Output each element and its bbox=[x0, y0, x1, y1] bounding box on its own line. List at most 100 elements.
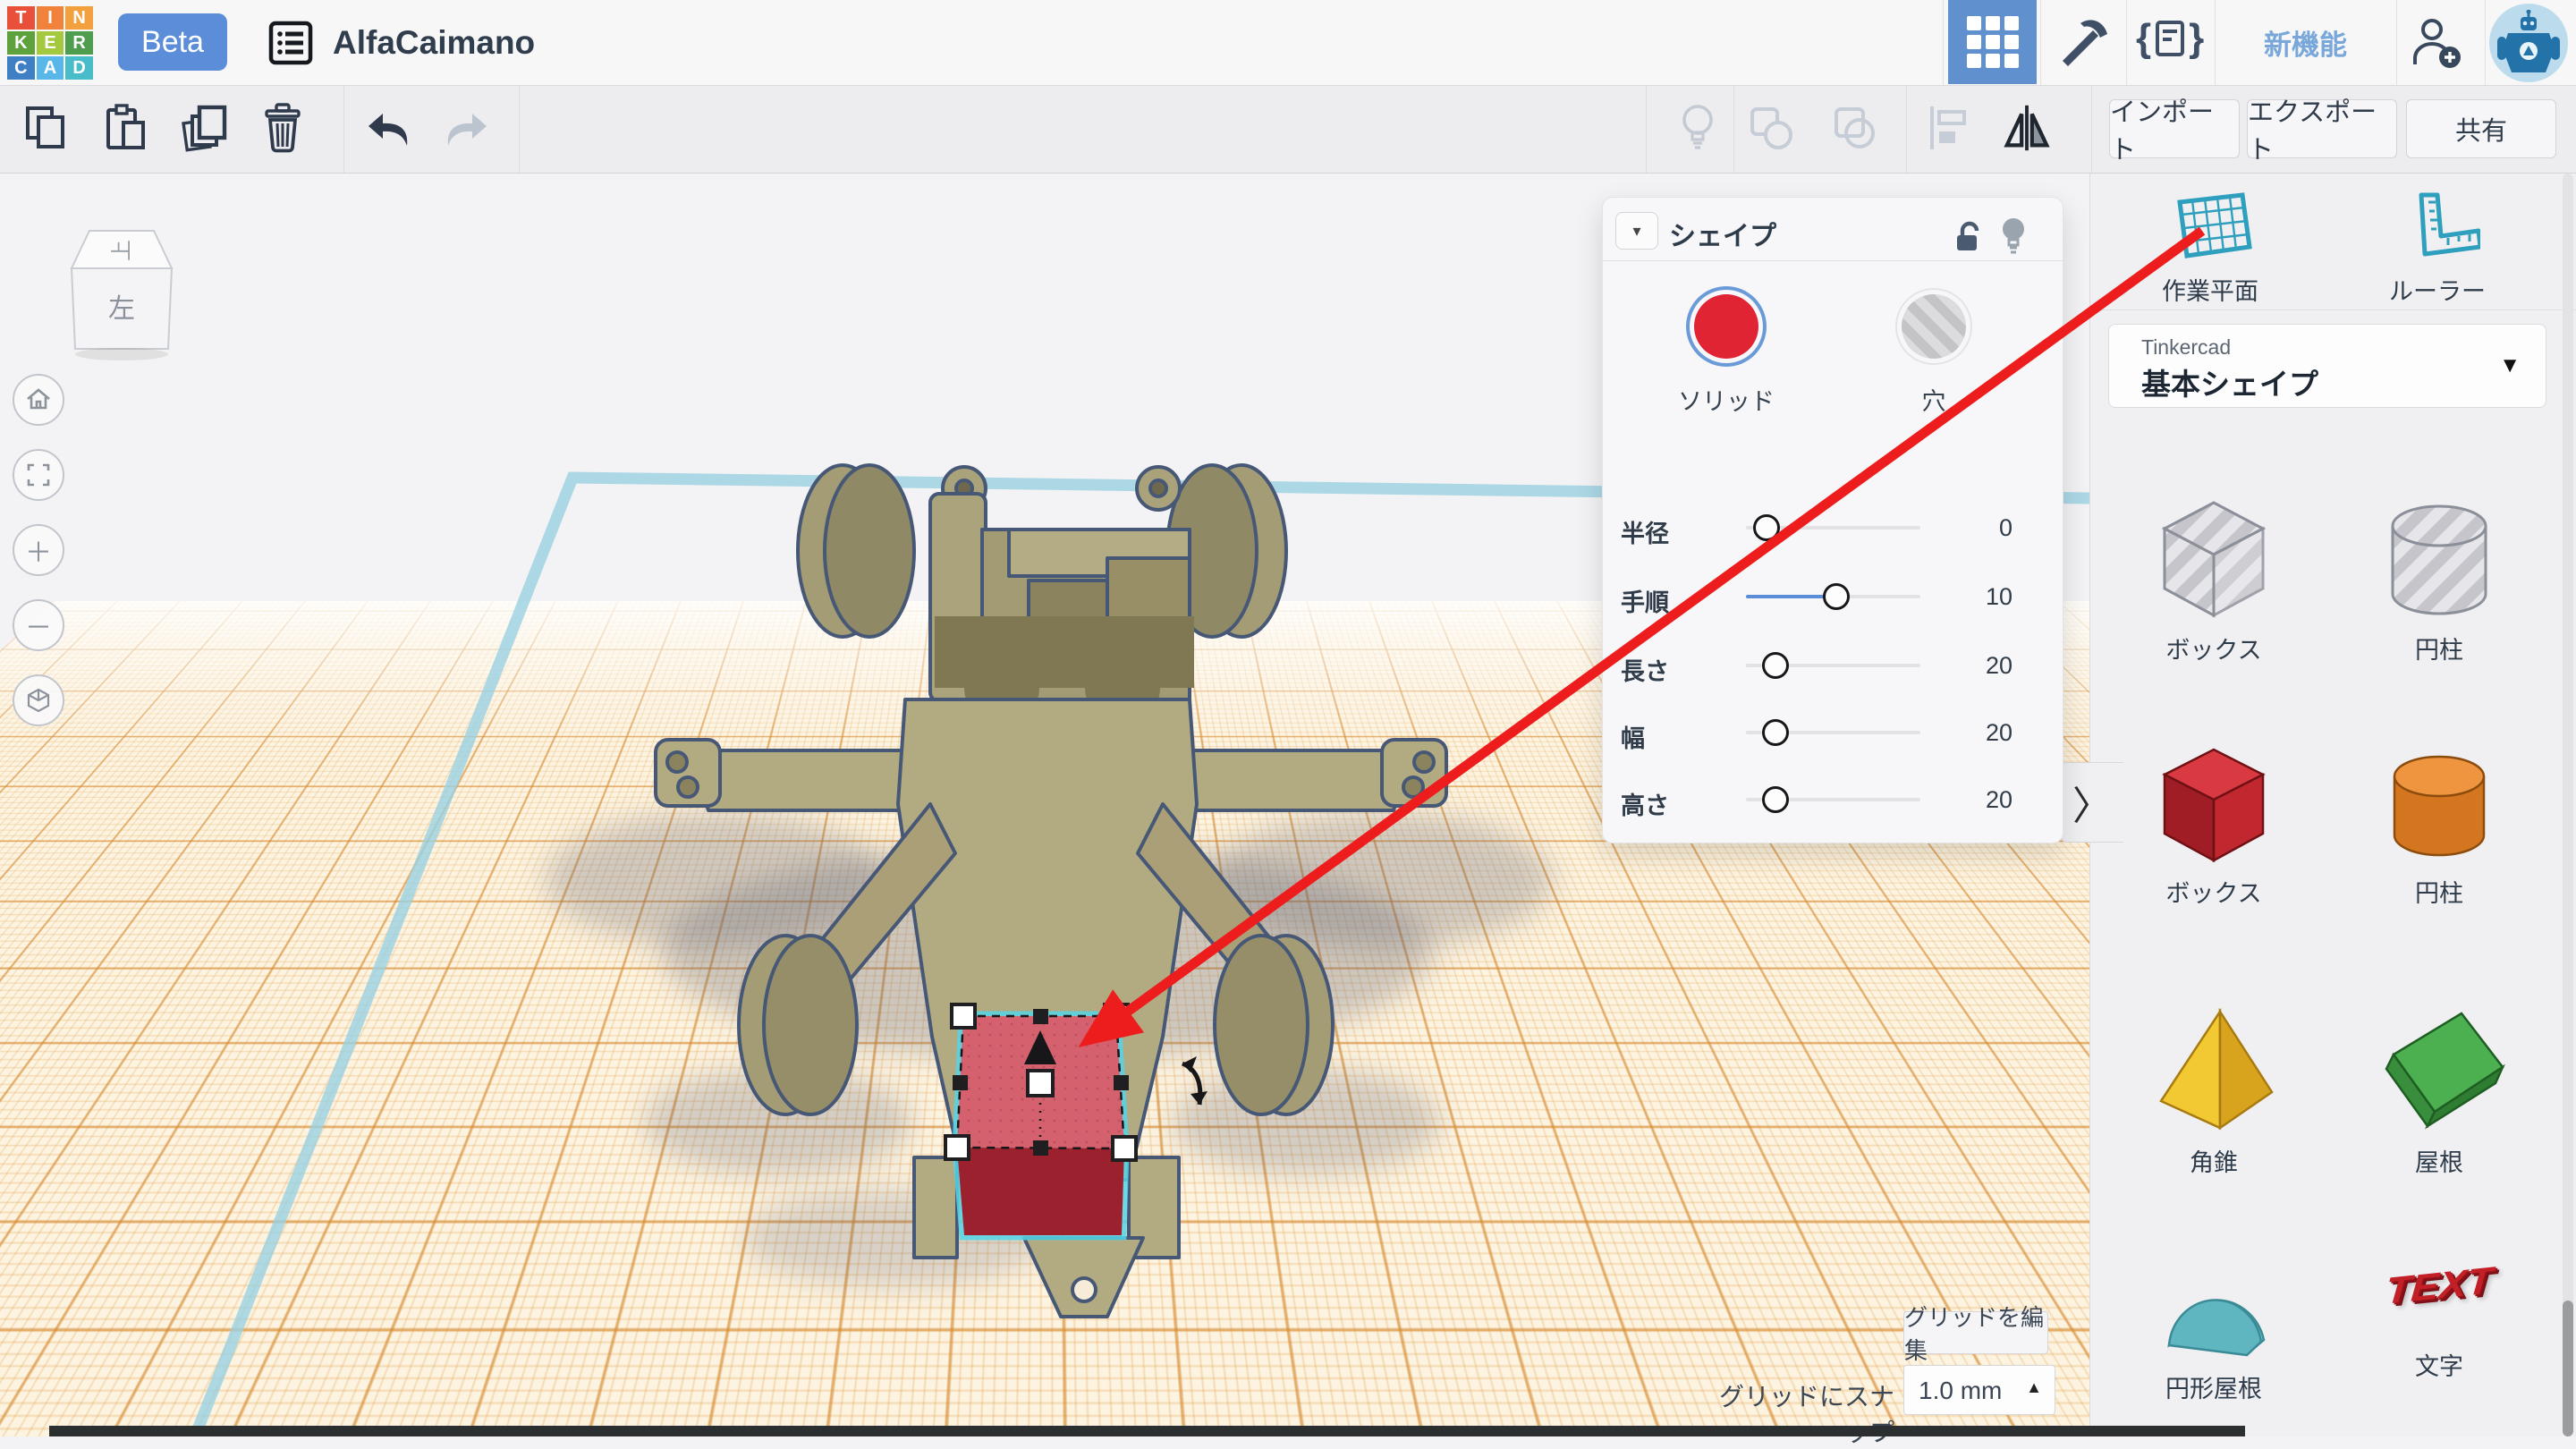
snap-grid-select[interactable]: 1.0 mm ▲ bbox=[1903, 1365, 2055, 1415]
duplicate-button[interactable] bbox=[177, 98, 231, 157]
slider-label: 長さ bbox=[1621, 652, 1669, 687]
shape-round-roof[interactable]: 円形屋根 bbox=[2100, 1227, 2327, 1404]
shape-hole-box[interactable]: ボックス bbox=[2100, 488, 2327, 665]
shape-text[interactable]: TEXT 文字 bbox=[2326, 1227, 2553, 1382]
slider-knob[interactable] bbox=[1823, 583, 1850, 610]
copy-button[interactable] bbox=[20, 98, 73, 157]
slider-value: 20 bbox=[1943, 786, 2012, 814]
brace-right: } bbox=[2189, 16, 2204, 61]
panel-divider bbox=[1603, 260, 2063, 261]
sidebar-scrollbar-thumb[interactable] bbox=[2563, 1301, 2573, 1436]
design-title[interactable]: AlfaCaimano bbox=[333, 0, 535, 85]
length-slider[interactable] bbox=[1746, 664, 1920, 667]
slider-knob[interactable] bbox=[1762, 786, 1789, 813]
home-view-button[interactable] bbox=[13, 374, 64, 426]
perspective-cube-icon bbox=[25, 687, 52, 714]
share-button[interactable]: 共有 bbox=[2406, 99, 2556, 158]
slider-value: 0 bbox=[1943, 514, 2012, 542]
codeblocks-button[interactable]: { } bbox=[2136, 16, 2204, 61]
sidebar-divider bbox=[2090, 309, 2576, 310]
workplane-icon bbox=[2167, 190, 2253, 267]
tinkercad-logo[interactable]: T I N K E R C A D bbox=[7, 6, 93, 80]
invite-people-button[interactable] bbox=[2408, 16, 2463, 70]
undo-button[interactable] bbox=[361, 98, 415, 157]
slider-label: 半径 bbox=[1621, 514, 1669, 549]
shape-library-dropdown[interactable]: Tinkercad 基本シェイプ ▼ bbox=[2108, 324, 2546, 408]
beta-button[interactable]: Beta bbox=[118, 13, 227, 71]
slider-row-steps: 手順 10 bbox=[1603, 581, 2063, 612]
shape-box[interactable]: ボックス bbox=[2100, 732, 2327, 909]
round-roof-thumbnail bbox=[2147, 1227, 2281, 1366]
slider-row-height: 高さ 20 bbox=[1603, 784, 2063, 815]
zoom-out-button[interactable]: － bbox=[13, 599, 64, 651]
front-wheel-right bbox=[1215, 936, 1333, 1114]
import-button[interactable]: インポート bbox=[2109, 99, 2240, 158]
lightbulb-toggle-icon[interactable] bbox=[1998, 216, 2029, 257]
chevron-down-icon: ▼ bbox=[2499, 353, 2521, 378]
ungroup-button-disabled[interactable] bbox=[1828, 98, 1882, 157]
header-separator bbox=[1943, 0, 1944, 85]
radius-slider[interactable] bbox=[1746, 526, 1920, 530]
orange-cylinder-thumbnail bbox=[2372, 732, 2506, 870]
height-slider[interactable] bbox=[1746, 798, 1920, 801]
perspective-toggle-button[interactable] bbox=[13, 674, 64, 726]
paste-button[interactable] bbox=[98, 98, 152, 157]
ruler-tool[interactable]: ルーラー bbox=[2348, 190, 2527, 307]
hole-option[interactable]: 穴 bbox=[1862, 294, 2005, 417]
slider-knob[interactable] bbox=[1762, 719, 1789, 746]
steps-slider[interactable] bbox=[1746, 595, 1920, 598]
redo-button-disabled[interactable] bbox=[440, 98, 494, 157]
dashboard-button-active[interactable] bbox=[1948, 0, 2037, 84]
view-cube[interactable]: 上 左 bbox=[49, 224, 183, 367]
shape-generators-button-disabled[interactable] bbox=[1671, 98, 1724, 157]
zoom-in-button[interactable]: ＋ bbox=[13, 524, 64, 576]
library-brand: Tinkercad bbox=[2141, 335, 2231, 360]
unlock-icon[interactable] bbox=[1952, 219, 1987, 255]
duplicate-icon bbox=[178, 102, 230, 154]
shape-pyramid[interactable]: 角錐 bbox=[2100, 1001, 2327, 1178]
solid-label: ソリッド bbox=[1655, 382, 1798, 417]
brace-left: { bbox=[2136, 16, 2151, 61]
lightbulb-icon bbox=[1677, 102, 1718, 154]
chevron-right-icon: 〉 bbox=[2072, 774, 2112, 831]
shape-cylinder[interactable]: 円柱 bbox=[2326, 732, 2553, 909]
minecraft-export-button[interactable] bbox=[2054, 14, 2109, 70]
header-separator bbox=[2126, 0, 2127, 85]
sidebar-collapse-button[interactable]: 〉 bbox=[2060, 762, 2123, 843]
list-icon bbox=[268, 21, 313, 65]
design-properties-button[interactable] bbox=[268, 21, 313, 65]
library-name: 基本シェイプ bbox=[2141, 360, 2318, 403]
trash-icon bbox=[258, 102, 308, 154]
export-button[interactable]: エクスポート bbox=[2247, 99, 2397, 158]
group-button-disabled[interactable] bbox=[1744, 98, 1798, 157]
redo-icon bbox=[442, 105, 492, 151]
shape-roof[interactable]: 屋根 bbox=[2326, 1001, 2553, 1178]
panel-collapse-button[interactable]: ▾ bbox=[1615, 212, 1658, 250]
slider-knob[interactable] bbox=[1762, 652, 1789, 679]
shape-hole-cylinder[interactable]: 円柱 bbox=[2326, 488, 2553, 665]
view-cube-top-label[interactable]: 上 bbox=[110, 240, 134, 261]
ungroup-icon bbox=[1830, 103, 1880, 153]
delete-button[interactable] bbox=[256, 98, 309, 157]
edit-grid-button[interactable]: グリッドを編集 bbox=[1903, 1311, 2048, 1354]
toolbar-separator bbox=[1906, 86, 1907, 173]
align-button-disabled[interactable] bbox=[1921, 98, 1975, 157]
header-separator bbox=[2040, 0, 2041, 85]
fit-view-button[interactable] bbox=[13, 449, 64, 501]
user-avatar[interactable] bbox=[2489, 4, 2568, 82]
mirror-button[interactable] bbox=[2000, 98, 2054, 157]
slider-row-length: 長さ 20 bbox=[1603, 650, 2063, 681]
width-slider[interactable] bbox=[1746, 731, 1920, 734]
toolbar-separator bbox=[1646, 86, 1647, 173]
sidebar-scrollbar-track[interactable] bbox=[2563, 174, 2573, 1436]
slider-row-radius: 半径 0 bbox=[1603, 513, 2063, 543]
slider-knob[interactable] bbox=[1753, 514, 1780, 541]
solid-option-selected[interactable]: ソリッド bbox=[1655, 294, 1798, 417]
view-cube-front-label[interactable]: 左 bbox=[108, 294, 135, 324]
workplane-tool[interactable]: 作業平面 bbox=[2121, 190, 2300, 307]
ruler-icon bbox=[2394, 190, 2480, 267]
shape-inspector-panel: ▾ シェイプ ソリッド 穴 半径 0 手順 10 長さ 20 幅 20 高さ bbox=[1602, 197, 2063, 843]
whats-new-link[interactable]: 新機能 bbox=[2215, 0, 2396, 85]
slider-row-width: 幅 20 bbox=[1603, 717, 2063, 748]
copy-icon bbox=[21, 103, 72, 153]
